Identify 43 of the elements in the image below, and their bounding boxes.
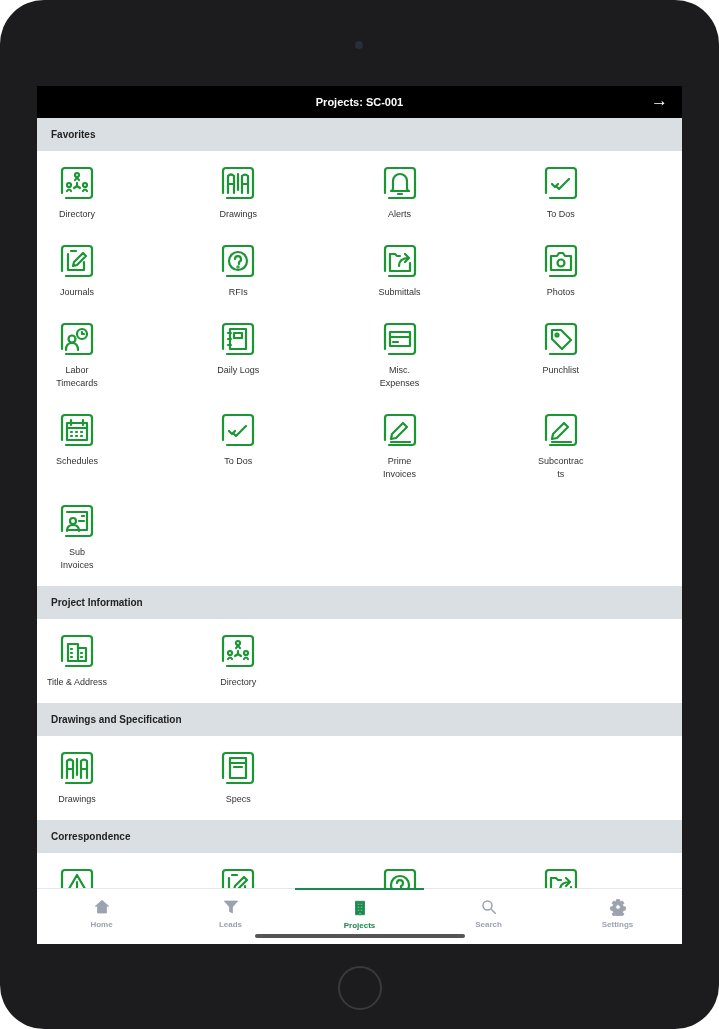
tile-label: Drawings	[219, 208, 257, 221]
filter-icon	[221, 898, 240, 916]
camera-icon	[355, 41, 363, 49]
tile-label: Labor Timecards	[56, 364, 98, 390]
tab[interactable]: Leads	[166, 889, 295, 944]
section-title: Favorites	[51, 128, 96, 142]
tile-label: Misc. Expenses	[379, 364, 420, 390]
tile-label: Photos	[546, 286, 575, 299]
tile-label: Drawings	[58, 793, 96, 806]
tile-label: Title & Address	[46, 676, 108, 689]
tile-label: Sub Invoices	[60, 546, 94, 572]
tile-label: Prime Invoices	[383, 455, 416, 481]
person-card-icon[interactable]	[58, 502, 96, 540]
note-pencil-icon[interactable]	[58, 242, 96, 280]
tile-label: Alerts	[388, 208, 411, 221]
tile-label: Schedules	[56, 455, 98, 468]
home-icon	[92, 898, 111, 916]
settings-icon	[608, 898, 627, 916]
people-icon[interactable]	[58, 164, 96, 202]
tile-label: Daily Logs	[217, 364, 260, 377]
drawing-tools-icon[interactable]	[58, 749, 96, 787]
tile-label: Directory	[59, 208, 95, 221]
tab[interactable]: Search	[424, 889, 553, 944]
tile-label: Journals	[60, 286, 94, 299]
tile-label: Punchlist	[542, 364, 579, 377]
tab[interactable]: Home	[37, 889, 166, 944]
search-icon	[479, 898, 498, 916]
section-title: Correspondence	[51, 830, 131, 844]
tile-label: To Dos	[546, 208, 575, 221]
building-icon[interactable]	[58, 632, 96, 670]
tile-label: RFIs	[228, 286, 248, 299]
tile-label: Submittals	[378, 286, 421, 299]
forward-button[interactable]: →	[651, 91, 668, 111]
tab[interactable]: Settings	[553, 889, 682, 944]
calendar-icon[interactable]	[58, 411, 96, 449]
tile-label: Directory	[220, 676, 257, 689]
tile-label: Specs	[225, 793, 251, 806]
section-title: Drawings and Specification	[51, 713, 182, 727]
tile-label: Subcontrac ts	[538, 455, 584, 481]
tile-label: To Dos	[224, 455, 253, 468]
screen-title: Projects: SC-001	[315, 94, 404, 110]
person-clock-icon[interactable]	[58, 320, 96, 358]
section-title: Project Information	[51, 596, 143, 610]
